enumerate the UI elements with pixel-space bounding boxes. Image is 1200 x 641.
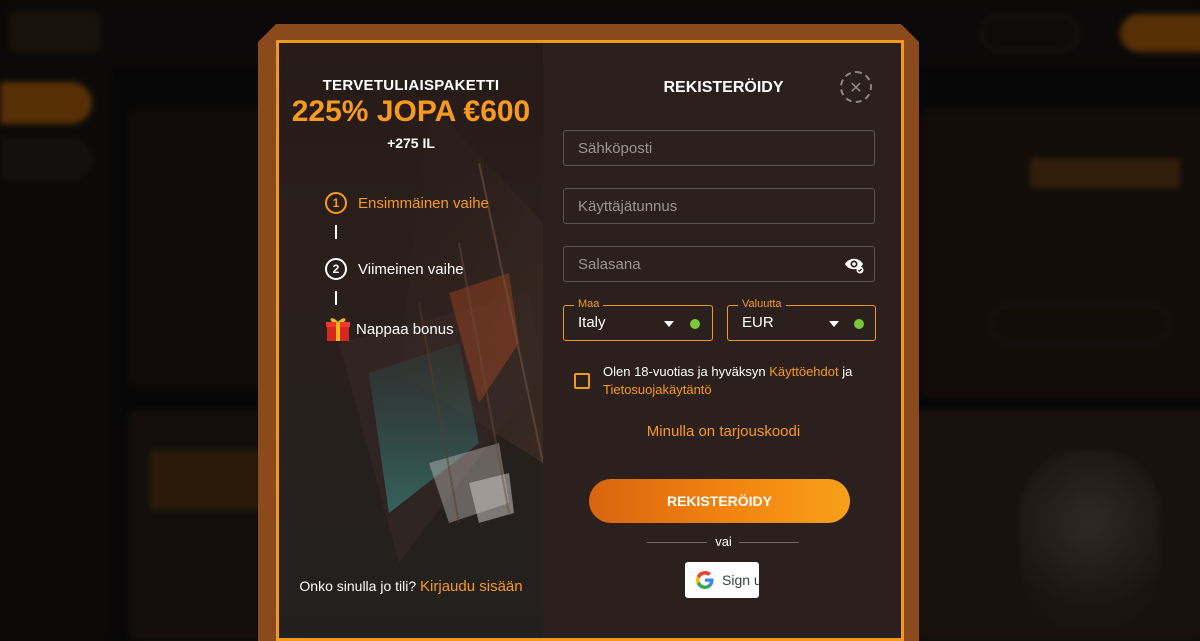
country-value: Italy — [578, 314, 606, 331]
terms-text: Olen 18-vuotias ja hyväksyn Käyttöehdot … — [603, 363, 893, 399]
password-field — [563, 246, 875, 282]
login-link[interactable]: Kirjaudu sisään — [420, 578, 523, 595]
google-signup-button[interactable]: Sign up with Google — [685, 562, 759, 598]
privacy-link[interactable]: Tietosuojakäytäntö — [603, 382, 712, 397]
chevron-down-icon — [664, 321, 674, 327]
promo-extra: +275 IL — [387, 135, 435, 151]
gift-icon — [326, 318, 350, 341]
username-input[interactable] — [564, 189, 874, 223]
country-select[interactable]: Maa Italy — [563, 298, 713, 341]
step-1-number: 1 — [325, 192, 347, 214]
email-input[interactable] — [564, 131, 874, 165]
username-field — [563, 188, 875, 224]
promo-code-link[interactable]: Minulla on tarjouskoodi — [543, 423, 901, 440]
step-2-label: Viimeinen vaihe — [358, 260, 464, 278]
close-button[interactable]: ✕ — [840, 71, 872, 103]
step-2-number: 2 — [325, 258, 347, 280]
terms-joiner: ja — [842, 364, 853, 379]
check-dot-icon — [854, 319, 864, 329]
currency-label: Valuutta — [738, 298, 786, 310]
step-1: 1 Ensimmäinen vaihe — [325, 191, 489, 215]
step-connector — [335, 225, 337, 239]
promo-background-art — [339, 103, 543, 563]
promo-amount: 225% JOPA €600 — [291, 95, 531, 128]
google-signup-label: Sign up with Google — [722, 572, 759, 588]
registration-form-panel: REKISTERÖIDY ✕ Maa Italy — [543, 43, 901, 638]
divider-right — [739, 542, 799, 543]
promo-title: TERVETULIAISPAKETTI — [322, 77, 500, 94]
password-input[interactable] — [564, 247, 874, 281]
step-connector — [335, 291, 337, 305]
email-field — [563, 130, 875, 166]
currency-select[interactable]: Valuutta EUR — [727, 298, 876, 341]
bonus-label: Nappaa bonus — [356, 321, 454, 338]
check-dot-icon — [690, 319, 700, 329]
login-prompt: Onko sinulla jo tili? Kirjaudu sisään — [279, 578, 543, 595]
terms-checkbox[interactable] — [574, 373, 590, 389]
terms-prefix: Olen 18-vuotias ja hyväksyn — [603, 364, 766, 379]
google-icon — [696, 571, 714, 589]
promo-panel: TERVETULIAISPAKETTI 225% JOPA €600 +275 … — [279, 43, 543, 638]
step-1-label: Ensimmäinen vaihe — [358, 194, 489, 212]
login-question: Onko sinulla jo tili? — [299, 578, 417, 594]
close-icon: ✕ — [849, 77, 863, 97]
or-text: vai — [715, 534, 732, 549]
step-2: 2 Viimeinen vaihe — [325, 257, 464, 281]
register-button[interactable]: REKISTERÖIDY — [589, 479, 850, 523]
eye-icon[interactable] — [844, 256, 864, 274]
currency-value: EUR — [742, 314, 774, 331]
country-label: Maa — [574, 298, 604, 310]
registration-modal: TERVETULIAISPAKETTI 225% JOPA €600 +275 … — [276, 40, 904, 641]
chevron-down-icon — [829, 321, 839, 327]
terms-link[interactable]: Käyttöehdot — [769, 364, 838, 379]
